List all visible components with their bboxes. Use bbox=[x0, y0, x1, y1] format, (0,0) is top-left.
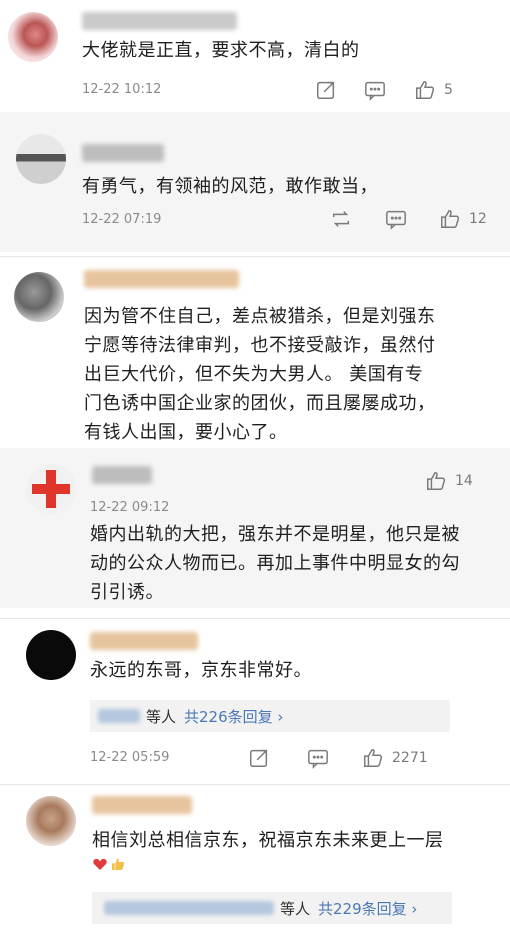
avatar[interactable] bbox=[8, 12, 58, 62]
reply-summary[interactable]: 等人 共229条回复 › bbox=[92, 892, 452, 924]
username-blurred[interactable] bbox=[92, 466, 152, 484]
comment-text: 相信刘总相信京东，祝福京东未来更上一层 bbox=[92, 830, 444, 851]
reply-others: 等人 bbox=[280, 899, 311, 918]
username-blurred[interactable] bbox=[90, 632, 198, 650]
comment-icon bbox=[386, 210, 406, 230]
comment-time: 12-22 09:12 bbox=[90, 500, 170, 515]
heart-emoji bbox=[93, 858, 107, 870]
like-count: 14 bbox=[455, 473, 473, 489]
comment-line: 门色诱中国企业家的团伙，而且屡屡成功， bbox=[84, 393, 436, 414]
thumbs-up-emoji bbox=[112, 858, 125, 870]
comment-button[interactable] bbox=[307, 747, 329, 769]
like-icon bbox=[364, 749, 383, 767]
red-cross-bar bbox=[32, 484, 70, 494]
divider bbox=[0, 618, 510, 619]
like-button[interactable]: 5 bbox=[414, 79, 453, 101]
comment-button[interactable] bbox=[385, 208, 407, 230]
comment-time: 12-22 07:19 bbox=[82, 212, 162, 227]
username-blurred[interactable] bbox=[82, 12, 237, 30]
comment-card-5: 永远的东哥，京东非常好。 等人 共226条回复 › 12-22 05:59 22… bbox=[0, 620, 510, 782]
comment-line: 出巨大代价，但不失为大男人。 美国有专 bbox=[84, 364, 424, 385]
comment-text: 因为管不住自己，差点被猎杀，但是刘强东 宁愿等待法律审判，也不接受敲诈，虽然付 … bbox=[84, 302, 436, 447]
emoji-row bbox=[92, 856, 126, 872]
reply-summary[interactable]: 等人 共226条回复 › bbox=[90, 700, 450, 732]
username-blurred[interactable] bbox=[84, 270, 239, 288]
divider bbox=[0, 256, 510, 257]
like-icon bbox=[441, 210, 460, 228]
reply-others: 等人 bbox=[146, 707, 177, 726]
comment-text: 永远的东哥，京东非常好。 bbox=[90, 660, 312, 681]
comment-icon bbox=[365, 81, 385, 101]
comment-card-3: 因为管不住自己，差点被猎杀，但是刘强东 宁愿等待法律审判，也不接受敲诈，虽然付 … bbox=[0, 258, 510, 443]
comment-time: 12-22 05:59 bbox=[90, 750, 170, 765]
avatar[interactable] bbox=[14, 272, 64, 322]
like-button[interactable]: 14 bbox=[425, 470, 473, 492]
like-count: 12 bbox=[469, 211, 487, 227]
share-icon bbox=[317, 81, 335, 99]
avatar[interactable] bbox=[16, 134, 66, 184]
replier-names-blurred bbox=[98, 709, 140, 723]
repost-icon bbox=[332, 211, 350, 227]
like-button[interactable]: 2271 bbox=[362, 747, 428, 769]
comment-line: 动的公众人物而已。再加上事件中明显女的勾 bbox=[90, 553, 460, 574]
like-icon bbox=[416, 81, 435, 99]
like-icon bbox=[427, 472, 446, 490]
divider bbox=[0, 784, 510, 785]
comment-card-6: 相信刘总相信京东，祝福京东未来更上一层 等人 共229条回复 › bbox=[0, 786, 510, 928]
avatar[interactable] bbox=[26, 630, 76, 680]
comment-line: 因为管不住自己，差点被猎杀，但是刘强东 bbox=[84, 306, 436, 327]
avatar[interactable] bbox=[26, 464, 76, 514]
comment-text: 大佬就是正直，要求不高，清白的 bbox=[82, 40, 360, 61]
comment-card-2: 有勇气，有领袖的风范，敢作敢当， 12-22 07:19 12 bbox=[0, 112, 510, 252]
like-button[interactable]: 12 bbox=[439, 208, 487, 230]
comment-time: 12-22 10:12 bbox=[82, 82, 162, 97]
comment-button[interactable] bbox=[364, 79, 386, 101]
comment-card-4: 12-22 09:12 14 婚内出轨的大把，强东并不是明星，他只是被 动的公众… bbox=[0, 448, 510, 608]
repost-button[interactable] bbox=[330, 208, 352, 230]
share-button[interactable] bbox=[248, 747, 270, 769]
comment-line: 宁愿等待法律审判，也不接受敲诈，虽然付 bbox=[84, 335, 436, 356]
avatar[interactable] bbox=[26, 796, 76, 846]
comment-icon bbox=[308, 749, 328, 769]
view-replies-link[interactable]: 共226条回复 › bbox=[184, 706, 283, 727]
comment-line: 婚内出轨的大把，强东并不是明星，他只是被 bbox=[90, 524, 460, 545]
comment-card-1: 大佬就是正直，要求不高，清白的 12-22 10:12 5 bbox=[0, 0, 510, 110]
comment-line: 引引诱。 bbox=[90, 582, 164, 603]
view-replies-link[interactable]: 共229条回复 › bbox=[318, 898, 417, 919]
share-icon bbox=[250, 749, 268, 767]
replier-names-blurred bbox=[104, 901, 274, 915]
like-count: 5 bbox=[444, 82, 453, 98]
comment-text: 有勇气，有领袖的风范，敢作敢当， bbox=[82, 176, 378, 197]
like-count: 2271 bbox=[392, 750, 428, 766]
comment-text: 婚内出轨的大把，强东并不是明星，他只是被 动的公众人物而已。再加上事件中明显女的… bbox=[90, 520, 460, 607]
share-button[interactable] bbox=[315, 79, 337, 101]
comment-line: 有钱人出国，要小心了。 bbox=[84, 422, 288, 443]
username-blurred[interactable] bbox=[92, 796, 192, 814]
username-blurred[interactable] bbox=[82, 144, 164, 162]
